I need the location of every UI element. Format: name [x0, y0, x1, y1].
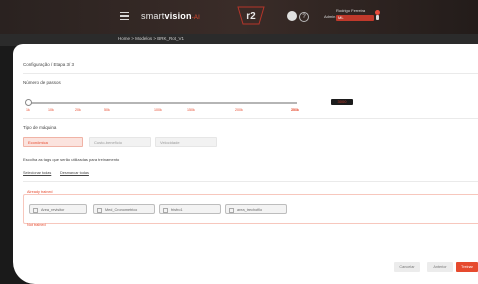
divider — [23, 181, 478, 182]
steps-label: Número de passos — [23, 80, 61, 85]
machine-type-label: Tipo de máquina — [23, 125, 57, 130]
tags-label: Escolha as tags que serão utilizadas par… — [23, 157, 120, 162]
cancel-button[interactable]: Cancelar — [394, 262, 420, 272]
help-icon[interactable]: ? — [299, 12, 309, 22]
divider — [23, 73, 478, 74]
user-name: Rodrigo Ferreira — [336, 8, 366, 13]
train-button[interactable]: Treinar — [456, 262, 478, 272]
machine-option-economica[interactable]: Econômica — [23, 137, 83, 147]
user-label: Admin — [324, 14, 336, 19]
divider — [23, 118, 478, 119]
machine-option-custo-beneficio[interactable]: Custo-benefício — [89, 137, 151, 147]
deselect-all-link[interactable]: Desmarcar todas — [60, 171, 89, 175]
checkbox-icon[interactable] — [33, 207, 38, 213]
checkbox-icon[interactable] — [97, 207, 102, 213]
slider-tick-label: 150k — [187, 108, 195, 112]
tag-chip-med-cronometrico[interactable]: Med_Cronometrico — [93, 204, 155, 214]
svg-text:r2: r2 — [246, 11, 256, 22]
back-button[interactable]: Anterior — [427, 262, 453, 272]
steps-slider-track[interactable] — [27, 102, 297, 104]
user-role-badge: ML — [336, 15, 374, 21]
slider-tick-label: 50k — [104, 108, 110, 112]
steps-slider-handle[interactable] — [25, 99, 32, 106]
breadcrumb[interactable]: Home > Modelos > BRK_Rot_V1 — [118, 36, 184, 41]
top-bar: smartvision-AI r2 ? Admin Rodrigo Ferrei… — [0, 0, 478, 34]
r2-badge-icon: r2 — [237, 6, 265, 25]
slider-tick-label: 300k — [291, 108, 299, 112]
theme-toggle[interactable] — [287, 11, 297, 21]
hamburger-menu-icon[interactable] — [120, 12, 129, 20]
select-all-link[interactable]: Selecionar todas — [23, 171, 51, 175]
slider-tick-label: 10k — [48, 108, 54, 112]
page-title: Configuração / Etapa 3/ 3 — [23, 62, 75, 67]
slider-tick-label: 1k — [26, 108, 30, 112]
logo[interactable]: smartvision-AI — [141, 11, 200, 21]
config-panel: Configuração / Etapa 3/ 3 Número de pass… — [13, 44, 478, 284]
machine-option-velocidade[interactable]: Velocidade — [155, 137, 217, 147]
checkbox-icon[interactable] — [163, 207, 168, 213]
slider-tick-label: 100k — [154, 108, 162, 112]
slider-tick-label: 200k — [235, 108, 243, 112]
tag-chip-frisfro1[interactable]: frisfro1 — [159, 204, 221, 214]
tag-chip-area-trechofilo[interactable]: area_trechofilo — [225, 204, 287, 214]
user-menu[interactable]: Rodrigo Ferreira ML — [336, 8, 374, 21]
notification-bell-icon[interactable] — [375, 10, 381, 20]
slider-tick-label: 20k — [75, 108, 81, 112]
not-trained-label: Not trained — [27, 223, 46, 227]
checkbox-icon[interactable] — [229, 207, 234, 213]
tag-chip-area-revisitor[interactable]: Area_revisitor — [29, 204, 87, 214]
steps-value[interactable]: 3000 — [331, 99, 353, 105]
